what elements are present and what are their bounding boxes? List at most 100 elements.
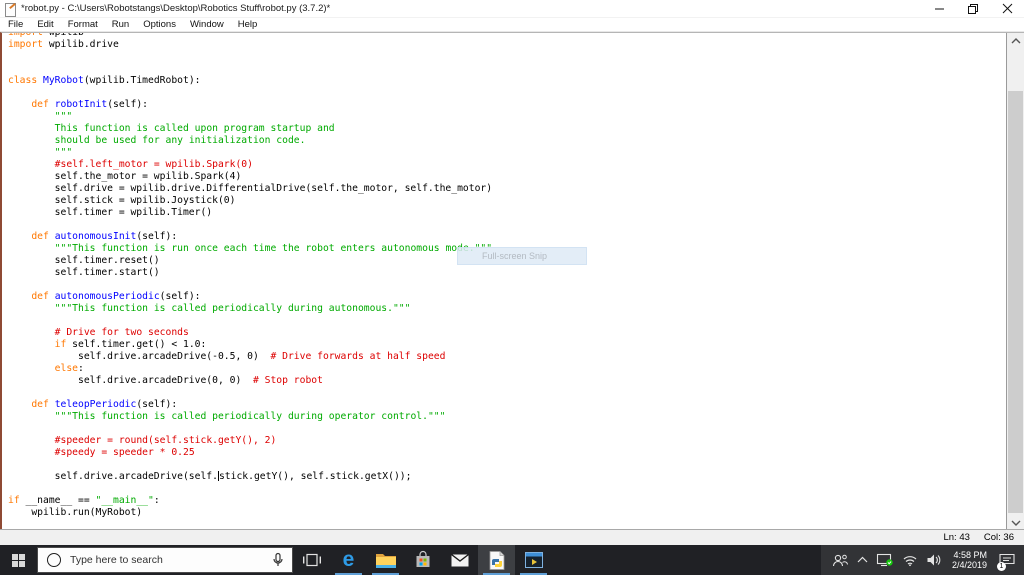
status-bar: Ln: 43 Col: 36 [0,529,1024,545]
code-line: else: [54,363,84,374]
code-line: self.stick = wpilib.Joystick(0) [8,195,236,206]
menu-format[interactable]: Format [61,18,105,31]
window-controls [922,0,1024,17]
menu-edit[interactable]: Edit [30,18,60,31]
menu-run[interactable]: Run [105,18,136,31]
taskbar-explorer-button[interactable] [367,545,404,575]
idle-file-icon [5,2,17,17]
code-line: self.drive.arcadeDrive(self.stick.getY()… [8,471,412,482]
search-box[interactable]: Type here to search [37,547,293,573]
close-icon [1002,3,1012,14]
people-button[interactable] [827,545,853,575]
code-line: self.the_motor = wpilib.Spark(4) [8,171,242,182]
code-line: self.drive = wpilib.drive.DifferentialDr… [8,183,493,194]
code-line: """ [54,111,73,122]
vertical-scrollbar[interactable] [1006,33,1024,530]
menu-bar: File Edit Format Run Options Window Help [0,18,1024,32]
microphone-icon[interactable] [273,552,283,567]
people-icon [832,554,848,566]
start-icon [12,553,25,567]
taskbar-store-button[interactable] [404,545,441,575]
wifi-icon [903,555,917,566]
menu-file[interactable]: File [0,18,30,31]
search-placeholder: Type here to search [70,554,163,566]
code-line: This function is called upon program sta… [54,123,335,134]
taskbar-python-idle-button[interactable] [478,545,515,575]
device-icon [876,553,893,567]
minimize-icon [934,8,944,10]
labview-icon [524,552,543,568]
notification-badge: 1 [997,562,1006,571]
editor-pane[interactable]: import wpilib import wpilib.drive class M… [0,32,1024,530]
clock-date: 2/4/2019 [951,560,987,570]
title-bar: *robot.py - C:\Users\Robotstangs\Desktop… [0,0,1024,18]
volume-icon [927,554,941,566]
code-line: def autonomousInit(self): [31,231,178,242]
code-line: wpilib.run(MyRobot) [8,507,143,518]
network-button[interactable] [898,545,922,575]
store-icon [416,550,429,567]
taskbar-labview-button[interactable] [515,545,552,575]
menu-window[interactable]: Window [183,18,231,31]
chevron-up-icon [857,556,868,563]
snip-tooltip-label: Full-screen Snip [482,251,548,261]
task-view-button[interactable] [293,545,330,575]
code-line: # Drive for two seconds [54,327,189,338]
device-status-button[interactable] [872,545,898,575]
screen: *robot.py - C:\Users\Robotstangs\Desktop… [0,0,1024,575]
status-line: Ln: 43 [943,532,970,543]
code-line: #speeder = round(self.stick.getY(), 2) [54,435,277,446]
taskbar-edge-button[interactable]: e [330,545,367,575]
code-line: #self.left_motor = wpilib.Spark(0) [54,159,253,170]
code-area[interactable]: import wpilib import wpilib.drive class M… [8,32,1006,519]
code-line: #speedy = speeder * 0.25 [54,447,195,458]
scrollbar-thumb[interactable] [1008,91,1023,513]
window-title: *robot.py - C:\Users\Robotstangs\Desktop… [21,3,331,14]
code-line: self.drive.arcadeDrive(0, 0) # Stop robo… [8,375,323,386]
menu-options[interactable]: Options [136,18,183,31]
code-line: """This function is called periodically … [54,303,411,314]
code-line: def teleopPeriodic(self): [31,399,178,410]
scroll-down-arrow-icon[interactable] [1007,514,1024,530]
close-button[interactable] [990,0,1024,17]
code-line: should be used for any initialization co… [54,135,306,146]
mail-icon [450,553,469,566]
code-line: import wpilib [8,32,84,38]
file-explorer-icon [375,554,396,568]
taskbar: Type here to search e 4:58 PM 2/4/2019 1 [0,545,1024,575]
action-center-button[interactable]: 1 [994,545,1024,575]
system-tray: 4:58 PM 2/4/2019 1 [820,545,1024,575]
show-hidden-icons-button[interactable] [853,545,872,575]
cortana-circle-icon [47,553,61,567]
code-line: self.timer = wpilib.Timer() [8,207,213,218]
snip-tooltip: Full-screen Snip [457,247,587,265]
code-line: def autonomousPeriodic(self): [31,291,201,302]
code-line: """ [54,147,73,158]
menu-help[interactable]: Help [231,18,265,31]
code-line: def robotInit(self): [31,99,149,110]
code-line: self.drive.arcadeDrive(-0.5, 0) # Drive … [8,351,446,362]
code-line: import wpilib.drive [8,39,119,50]
clock[interactable]: 4:58 PM 2/4/2019 [945,550,994,570]
restore-icon [968,3,978,14]
code-line: class MyRobot(wpilib.TimedRobot): [8,75,201,86]
scroll-up-arrow-icon[interactable] [1007,33,1024,49]
start-button[interactable] [0,545,37,575]
taskbar-mail-button[interactable] [441,545,478,575]
status-col: Col: 36 [983,532,1014,543]
edge-icon: e [342,548,355,571]
minimize-button[interactable] [922,0,956,17]
volume-button[interactable] [922,545,945,575]
restore-button[interactable] [956,0,990,17]
code-line: if self.timer.get() < 1.0: [54,339,207,350]
clock-time: 4:58 PM [953,550,987,560]
